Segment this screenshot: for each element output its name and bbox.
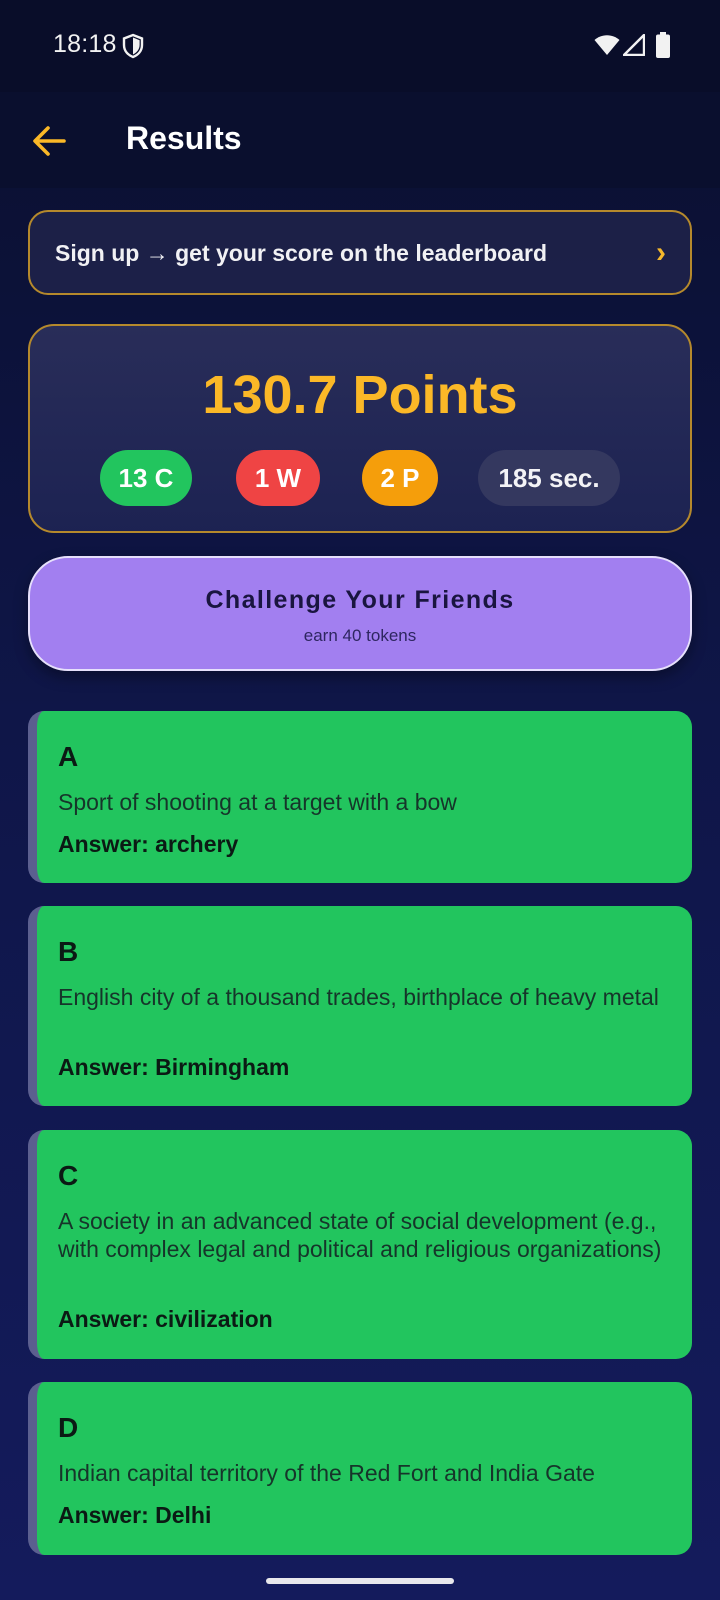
card-letter: A <box>58 741 79 772</box>
card-clue: A society in an advanced state of social… <box>58 1208 662 1262</box>
card-answer: Answer: archery <box>58 831 239 857</box>
card-letter: D <box>58 1412 79 1443</box>
signup-text: Sign up → get your score on the leaderbo… <box>55 240 548 266</box>
card-clue: English city of a thousand trades, birth… <box>58 984 659 1010</box>
answer-card: A Sport of shooting at a target with a b… <box>28 711 692 883</box>
card-clue: Indian capital territory of the Red Fort… <box>58 1460 595 1486</box>
status-bar: 18:18 <box>0 0 720 92</box>
status-time: 18:18 <box>53 30 117 58</box>
shield-icon <box>122 33 144 59</box>
correct-count-badge: 13 C <box>100 450 192 506</box>
card-letter: B <box>58 936 79 967</box>
battery-icon <box>656 32 670 58</box>
wrong-count-badge: 1 W <box>236 450 320 506</box>
home-indicator[interactable] <box>266 1578 454 1584</box>
challenge-friends-button[interactable]: Challenge Your Friends earn 40 tokens <box>28 556 692 671</box>
points-total: 130.7 Points <box>202 365 518 425</box>
card-letter: C <box>58 1160 79 1191</box>
card-clue: Sport of shooting at a target with a bow <box>58 789 457 815</box>
signal-icon <box>623 34 645 56</box>
card-answer: Answer: Birmingham <box>58 1054 290 1080</box>
arrow-left-icon[interactable] <box>30 122 68 160</box>
answer-card: B English city of a thousand trades, bir… <box>28 906 692 1106</box>
wifi-icon <box>594 35 620 55</box>
partial-count-badge: 2 P <box>362 450 438 506</box>
page-title: Results <box>126 120 242 156</box>
answer-card: C A society in an advanced state of soci… <box>28 1130 692 1359</box>
card-answer: Answer: civilization <box>58 1306 273 1332</box>
time-badge: 185 sec. <box>478 450 620 506</box>
challenge-subtitle: earn 40 tokens <box>303 626 417 645</box>
app-bar <box>0 92 720 188</box>
card-answer: Answer: Delhi <box>58 1502 212 1528</box>
answer-card: D Indian capital territory of the Red Fo… <box>28 1382 692 1555</box>
chevron-right-icon: › <box>656 236 666 269</box>
challenge-title: Challenge Your Friends <box>205 586 515 614</box>
signup-banner[interactable]: Sign up → get your score on the leaderbo… <box>28 210 692 295</box>
score-card: 130.7 Points 13 C 1 W 2 P 185 sec. <box>28 324 692 533</box>
